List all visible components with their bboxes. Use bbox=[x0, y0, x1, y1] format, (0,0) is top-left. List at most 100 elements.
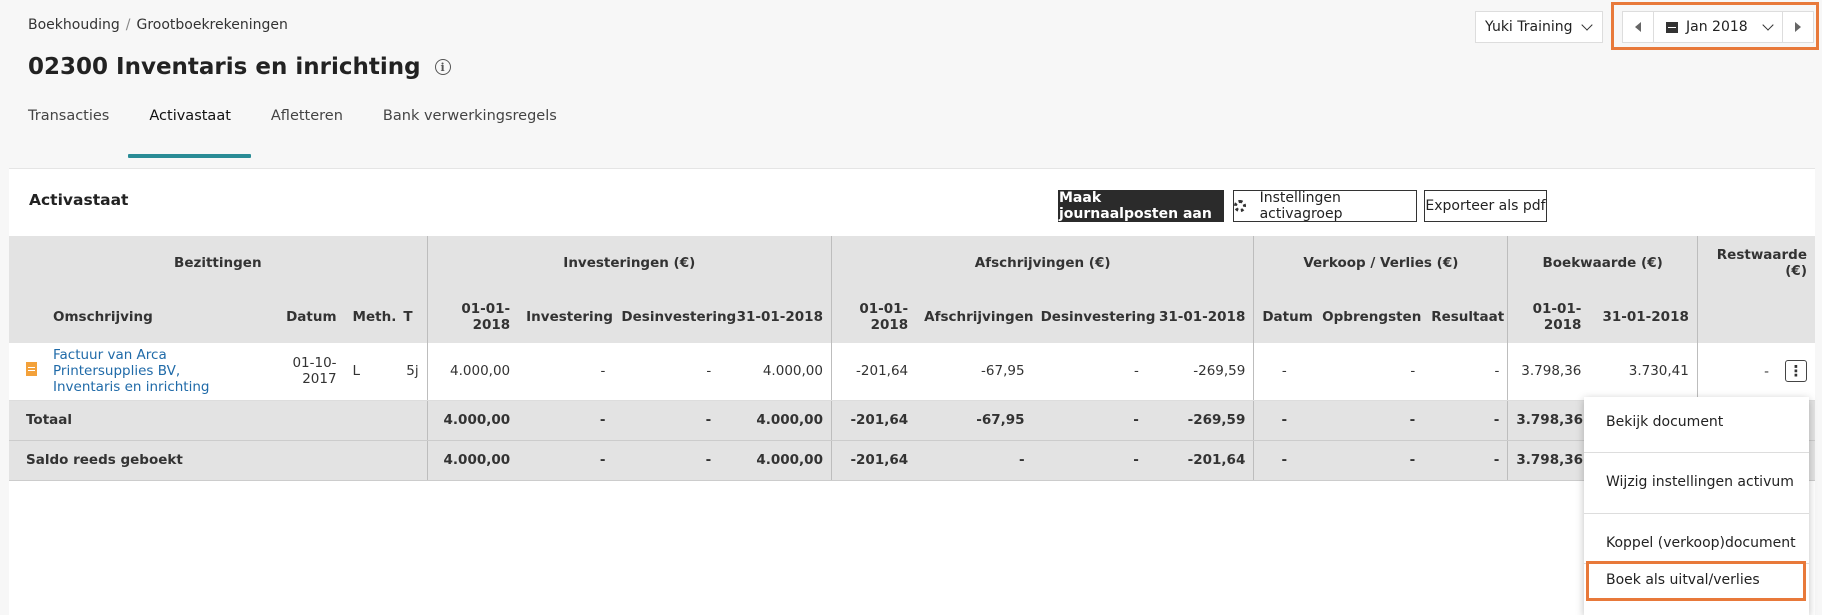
cell-inv-start: 4.000,00 bbox=[426, 343, 519, 401]
menu-item-link-sales-document[interactable]: Koppel (verkoop)document bbox=[1606, 535, 1796, 551]
tab-activastaat[interactable]: Activastaat bbox=[128, 108, 251, 158]
company-select[interactable]: Yuki Training bbox=[1475, 11, 1603, 43]
tab-afletteren[interactable]: Afletteren bbox=[271, 108, 343, 158]
saldo-inv-start: 4.000,00 bbox=[426, 440, 519, 481]
cell-inv-end: 4.000,00 bbox=[719, 343, 832, 401]
header-restwaarde-empty bbox=[1696, 290, 1815, 343]
highlight-box-menu-item bbox=[1586, 561, 1806, 601]
header-verkoop-datum: Datum bbox=[1253, 290, 1315, 343]
saldo-verkoop-datum: - bbox=[1253, 440, 1315, 481]
menu-item-edit-asset-settings[interactable]: Wijzig instellingen activum bbox=[1606, 474, 1794, 490]
menu-item-view-document[interactable]: Bekijk document bbox=[1606, 414, 1723, 430]
header-inv-start: 01-01-2018 bbox=[426, 290, 519, 343]
cell-meth: L bbox=[344, 343, 396, 401]
cell-restwaarde-value: - bbox=[1764, 363, 1769, 380]
cell-afs-desinvestering: - bbox=[1032, 343, 1147, 401]
create-journal-entries-button[interactable]: Maak journaalposten aan bbox=[1058, 190, 1224, 222]
total-afs-end: -269,59 bbox=[1146, 400, 1254, 441]
cell-opbrengsten: - bbox=[1314, 343, 1424, 401]
header-icon-cell bbox=[9, 290, 45, 343]
header-resultaat: Resultaat bbox=[1431, 308, 1505, 325]
menu-divider bbox=[1584, 513, 1809, 514]
header-restwaarde: Restwaarde (€) bbox=[1696, 236, 1815, 290]
page-title: 02300 Inventaris en inrichting i bbox=[28, 54, 451, 80]
breadcrumb: Boekhouding / Grootboekrekeningen bbox=[28, 17, 288, 33]
highlight-box-period bbox=[1611, 2, 1819, 50]
saldo-opbrengsten: - bbox=[1314, 440, 1424, 481]
info-icon[interactable]: i bbox=[434, 59, 451, 75]
total-afs-desinvestering: - bbox=[1032, 400, 1147, 441]
header-omschrijving: Omschrijving bbox=[52, 308, 153, 325]
cell-desinvestering: - bbox=[613, 343, 720, 401]
header-bw-start: 01-01-2018 bbox=[1507, 290, 1590, 343]
total-opbrengsten: - bbox=[1314, 400, 1424, 441]
saldo-investering: - bbox=[518, 440, 614, 481]
header-desinvestering: Desinvestering bbox=[621, 308, 737, 325]
saldo-bw-start: 3.798,36 bbox=[1507, 440, 1590, 481]
total-verkoop-datum: - bbox=[1253, 400, 1315, 441]
header-inv-end: 31-01-2018 bbox=[736, 308, 823, 325]
header-investering: Investering bbox=[526, 308, 613, 325]
gear-icon bbox=[1234, 200, 1246, 212]
header-boekwaarde: Boekwaarde (€) bbox=[1507, 236, 1698, 290]
header-t: T bbox=[403, 308, 413, 325]
header-opbrengsten: Opbrengsten bbox=[1322, 308, 1422, 325]
doc-icon-cell bbox=[9, 343, 45, 401]
saldo-afs-end: -201,64 bbox=[1146, 440, 1254, 481]
saldo-resultaat: - bbox=[1423, 440, 1508, 481]
cell-afs-end: -269,59 bbox=[1146, 343, 1254, 401]
cell-investering: - bbox=[518, 343, 614, 401]
breadcrumb-item-grootboekrekeningen[interactable]: Grootboekrekeningen bbox=[136, 17, 287, 33]
cell-bw-start: 3.798,36 bbox=[1507, 343, 1590, 401]
tab-bank-verwerkingsregels[interactable]: Bank verwerkingsregels bbox=[383, 108, 557, 158]
total-desinvestering: - bbox=[613, 400, 720, 441]
header-datum: Datum bbox=[286, 308, 337, 325]
menu-divider bbox=[1584, 452, 1809, 453]
saldo-label: Saldo reeds geboekt bbox=[9, 440, 428, 481]
cell-verkoop-datum: - bbox=[1253, 343, 1315, 401]
header-afs-start: 01-01-2018 bbox=[830, 290, 917, 343]
total-inv-start: 4.000,00 bbox=[426, 400, 519, 441]
asset-description-link[interactable]: Factuur van Arca Printersupplies BV, Inv… bbox=[44, 343, 257, 401]
saldo-row: Saldo reeds geboekt 4.000,00 - - 4.000,0… bbox=[9, 440, 1815, 481]
header-bw-end: 31-01-2018 bbox=[1602, 308, 1689, 325]
total-label: Totaal bbox=[9, 400, 428, 441]
tab-transacties[interactable]: Transacties bbox=[28, 108, 109, 158]
cell-bw-end: 3.730,41 bbox=[1589, 343, 1698, 401]
page-title-text: 02300 Inventaris en inrichting bbox=[28, 54, 421, 80]
header-afschrijvingen: Afschrijvingen (€) bbox=[830, 236, 1254, 290]
cell-datum: 01-10-2017 bbox=[256, 343, 345, 401]
saldo-afs-start: -201,64 bbox=[830, 440, 917, 481]
header-bezittingen: Bezittingen bbox=[174, 255, 262, 271]
total-row: Totaal 4.000,00 - - 4.000,00 -201,64 -67… bbox=[9, 400, 1815, 441]
total-resultaat: - bbox=[1423, 400, 1508, 441]
saldo-afschrijvingen: - bbox=[916, 440, 1033, 481]
header-verkoop-verlies: Verkoop / Verlies (€) bbox=[1253, 236, 1508, 290]
tab-bar: Transacties Activastaat Afletteren Bank … bbox=[28, 108, 597, 158]
export-pdf-button[interactable]: Exporteer als pdf bbox=[1424, 190, 1547, 222]
cell-afschrijvingen: -67,95 bbox=[916, 343, 1033, 401]
asset-group-settings-label: Instellingen activagroep bbox=[1259, 190, 1343, 222]
header-afs-desinvestering: Desinvestering bbox=[1040, 308, 1156, 325]
breadcrumb-separator: / bbox=[125, 17, 131, 33]
asset-group-settings-button[interactable]: Instellingen activagroep bbox=[1233, 190, 1417, 222]
total-afschrijvingen: -67,95 bbox=[916, 400, 1033, 441]
company-select-value: Yuki Training bbox=[1485, 19, 1573, 35]
cell-afs-start: -201,64 bbox=[830, 343, 917, 401]
saldo-afs-desinvestering: - bbox=[1032, 440, 1147, 481]
header-afschrijvingen: Afschrijvingen bbox=[924, 308, 1034, 325]
total-inv-end: 4.000,00 bbox=[719, 400, 832, 441]
total-investering: - bbox=[518, 400, 614, 441]
row-actions-menu-button[interactable]: ⋮ bbox=[1785, 360, 1807, 383]
cell-restwaarde: - ⋮ bbox=[1696, 343, 1815, 401]
total-bw-start: 3.798,36 bbox=[1507, 400, 1590, 441]
asset-table: Bezittingen Investeringen (€) Afschrijvi… bbox=[9, 236, 1815, 481]
chevron-down-icon bbox=[1580, 19, 1593, 31]
header-meth: Meth. bbox=[352, 308, 397, 325]
cell-resultaat: - bbox=[1423, 343, 1508, 401]
card-title: Activastaat bbox=[29, 191, 129, 209]
header-afs-end: 31-01-2018 bbox=[1158, 308, 1246, 325]
breadcrumb-item-boekhouding[interactable]: Boekhouding bbox=[28, 17, 120, 33]
document-icon bbox=[25, 362, 37, 377]
table-row: Factuur van Arca Printersupplies BV, Inv… bbox=[9, 343, 1815, 401]
